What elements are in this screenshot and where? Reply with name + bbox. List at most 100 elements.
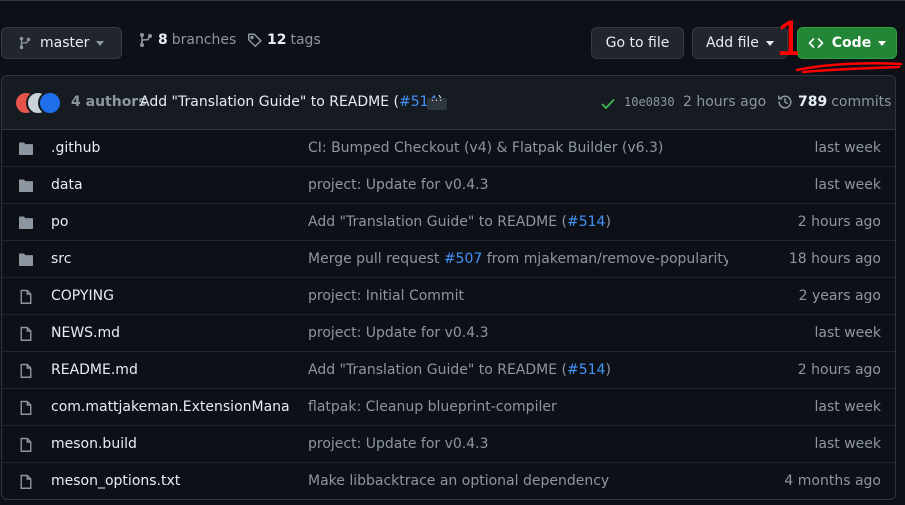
file-row[interactable]: po Add "Translation Guide" to README (#51… [2,204,895,241]
commit-text-suffix: ) [605,214,611,230]
file-commit-message[interactable]: flatpak: Cleanup blueprint-compiler [308,399,728,415]
file-icon [20,474,32,489]
author-avatars[interactable] [14,91,72,115]
commits-count: 789 [798,94,828,110]
file-row[interactable]: meson_options.txt Make libbacktrace an op… [2,463,895,499]
branches-label: branches [171,32,237,48]
commit-text: Merge pull request [308,251,444,267]
expand-commit-button[interactable]: ··· [427,97,447,110]
file-name[interactable]: meson.build [51,436,291,452]
commit-text: project: Update for v0.4.3 [308,177,489,193]
repo-toolbar: master 8 branches 12 tags Go to file Add… [0,0,905,85]
file-name[interactable]: src [51,251,291,267]
file-row[interactable]: src Merge pull request #507 from mjakeman… [2,241,895,278]
file-name[interactable]: data [51,177,291,193]
git-branch-icon [140,33,152,47]
file-row[interactable]: NEWS.md project: Update for v0.4.3 last we… [2,315,895,352]
commit-time: 2 hours ago [683,94,767,110]
tag-icon [248,33,262,48]
file-commit-message[interactable]: Merge pull request #507 from mjakeman/re… [308,251,728,267]
commit-text: flatpak: Cleanup blueprint-compiler [308,399,557,415]
commit-text: project: Update for v0.4.3 [308,436,489,452]
file-list: .github CI: Bumped Checkout (v4) & Flatpa… [2,130,895,499]
file-commit-message[interactable]: Add "Translation Guide" to README (#514) [308,214,728,230]
file-age: 2 years ago [798,288,881,304]
folder-icon [19,179,33,192]
code-label: Code [831,35,872,51]
file-name[interactable]: COPYING [51,288,291,304]
folder-icon [19,142,33,155]
file-age: 2 hours ago [797,362,881,378]
commit-text: Add "Translation Guide" to README ( [308,362,567,378]
branch-name: master [40,35,90,51]
authors-count[interactable]: 4 authors [71,94,147,110]
file-row[interactable]: data project: Update for v0.4.3 last week [2,167,895,204]
file-name[interactable]: po [51,214,291,230]
commit-text: Make libbacktrace an optional dependency [308,473,610,489]
commit-text-suffix: from mjakeman/remove-popularity [482,251,728,267]
pr-link[interactable]: #514 [567,214,605,230]
branches-link[interactable]: 8 branches [138,32,236,48]
file-browser: 4 authors Add "Translation Guide" to REA… [1,75,896,500]
latest-commit-bar: 4 authors Add "Translation Guide" to REA… [2,76,895,130]
file-row[interactable]: com.mattjakeman.ExtensionMana... flatpak:… [2,389,895,426]
commit-text: project: Initial Commit [308,288,464,304]
file-name[interactable]: NEWS.md [51,325,291,341]
folder-icon [19,216,33,229]
annotation-number: 1 [776,11,798,63]
file-age: 18 hours ago [788,251,881,267]
file-row[interactable]: meson.build project: Update for v0.4.3 las… [2,426,895,463]
file-name[interactable]: meson_options.txt [51,473,291,489]
commits-history-link[interactable]: 789 commits [777,94,891,110]
file-name[interactable]: README.md [51,362,291,378]
check-icon[interactable] [600,96,616,112]
file-commit-message[interactable]: project: Update for v0.4.3 [308,177,728,193]
commit-text: CI: Bumped Checkout (v4) & Flatpak Build… [308,140,664,156]
go-to-file-label: Go to file [605,35,670,51]
annotation-number-text: 1 [776,11,798,63]
add-file-label: Add file [706,35,759,51]
go-to-file-button[interactable]: Go to file [591,27,684,59]
chevron-down-icon [878,40,887,46]
commit-sha[interactable]: 10e0830 [624,95,675,109]
file-age: last week [814,140,882,156]
file-row[interactable]: README.md Add "Translation Guide" to READ… [2,352,895,389]
file-icon [20,363,32,378]
file-commit-message[interactable]: CI: Bumped Checkout (v4) & Flatpak Build… [308,140,728,156]
file-commit-message[interactable]: Make libbacktrace an optional dependency [308,473,728,489]
file-age: last week [814,177,882,193]
file-age: 4 months ago [784,473,881,489]
file-icon [20,437,32,452]
file-age: last week [814,325,882,341]
file-row[interactable]: COPYING project: Initial Commit 2 years ag… [2,278,895,315]
history-icon [778,95,792,109]
file-icon [20,400,32,415]
chevron-down-icon [765,40,774,46]
file-age: last week [814,399,882,415]
file-row[interactable]: .github CI: Bumped Checkout (v4) & Flatpa… [2,130,895,167]
file-icon [20,326,32,341]
commit-message-prefix: Add "Translation Guide" to README ( [140,94,399,110]
tags-count: 12 [267,32,287,48]
file-commit-message[interactable]: project: Initial Commit [308,288,728,304]
code-icon [808,38,824,48]
branches-count: 8 [158,32,168,48]
file-age: last week [814,436,882,452]
file-commit-message[interactable]: project: Update for v0.4.3 [308,436,728,452]
tags-link[interactable]: 12 tags [247,32,321,48]
file-name[interactable]: com.mattjakeman.ExtensionMana... [51,399,291,415]
file-commit-message[interactable]: Add "Translation Guide" to README (#514) [308,362,728,378]
code-button[interactable]: Code [797,27,897,59]
commit-message[interactable]: Add "Translation Guide" to README (#514) [140,94,443,110]
file-age: 2 hours ago [797,214,881,230]
file-commit-message[interactable]: project: Update for v0.4.3 [308,325,728,341]
git-branch-icon [19,36,31,50]
chevron-down-icon [96,40,105,46]
branch-selector-button[interactable]: master [1,27,122,59]
folder-icon [19,253,33,266]
file-name[interactable]: .github [51,140,291,156]
commit-text: Add "Translation Guide" to README ( [308,214,567,230]
commit-text: project: Update for v0.4.3 [308,325,489,341]
pr-link[interactable]: #507 [444,251,482,267]
pr-link[interactable]: #514 [567,362,605,378]
